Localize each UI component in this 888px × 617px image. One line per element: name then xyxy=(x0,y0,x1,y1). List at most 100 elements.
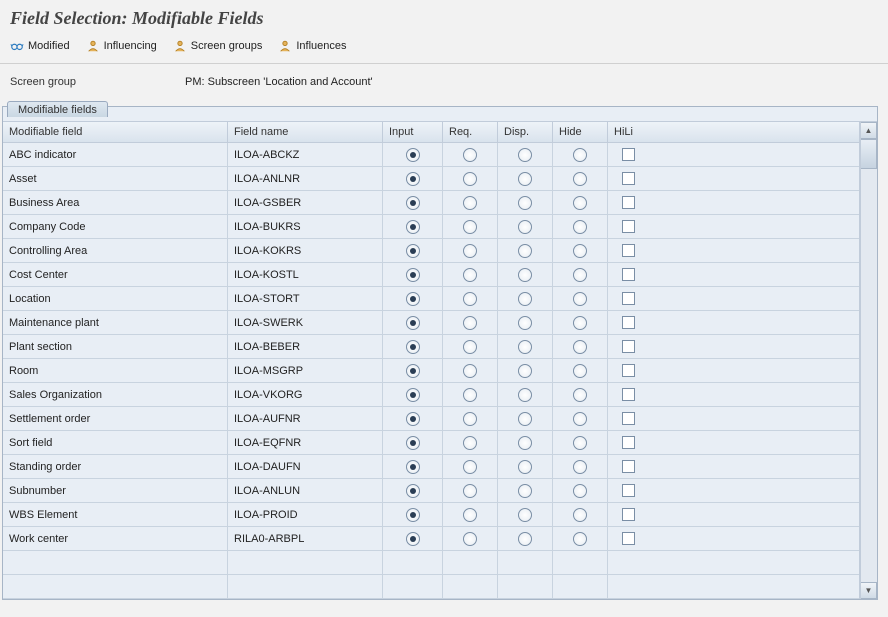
req-radio[interactable] xyxy=(463,412,477,426)
disp-radio[interactable] xyxy=(518,460,532,474)
req-radio[interactable] xyxy=(463,172,477,186)
col-modifiable-field[interactable]: Modifiable field xyxy=(3,122,228,142)
input-radio[interactable] xyxy=(406,532,420,546)
input-radio[interactable] xyxy=(406,484,420,498)
input-radio[interactable] xyxy=(406,436,420,450)
hili-checkbox[interactable] xyxy=(622,172,635,185)
input-radio[interactable] xyxy=(406,292,420,306)
hide-radio[interactable] xyxy=(573,292,587,306)
disp-radio[interactable] xyxy=(518,172,532,186)
hili-checkbox[interactable] xyxy=(622,268,635,281)
col-input[interactable]: Input xyxy=(383,122,443,142)
input-radio[interactable] xyxy=(406,196,420,210)
req-radio[interactable] xyxy=(463,196,477,210)
req-radio[interactable] xyxy=(463,292,477,306)
scroll-up-button[interactable]: ▲ xyxy=(861,122,877,139)
hide-radio[interactable] xyxy=(573,220,587,234)
screen-groups-button[interactable]: Screen groups xyxy=(173,39,263,53)
hili-checkbox[interactable] xyxy=(622,340,635,353)
modified-button[interactable]: Modified xyxy=(10,39,70,53)
req-radio[interactable] xyxy=(463,148,477,162)
disp-radio[interactable] xyxy=(518,292,532,306)
input-radio[interactable] xyxy=(406,412,420,426)
influences-button[interactable]: Influences xyxy=(278,39,346,53)
disp-radio[interactable] xyxy=(518,484,532,498)
hili-checkbox[interactable] xyxy=(622,484,635,497)
hide-radio[interactable] xyxy=(573,412,587,426)
hide-radio[interactable] xyxy=(573,268,587,282)
req-radio[interactable] xyxy=(463,268,477,282)
input-radio[interactable] xyxy=(406,172,420,186)
req-radio[interactable] xyxy=(463,340,477,354)
influencing-button[interactable]: Influencing xyxy=(86,39,157,53)
hide-radio[interactable] xyxy=(573,244,587,258)
input-radio[interactable] xyxy=(406,220,420,234)
disp-radio[interactable] xyxy=(518,196,532,210)
input-radio[interactable] xyxy=(406,316,420,330)
hide-radio[interactable] xyxy=(573,388,587,402)
col-field-name[interactable]: Field name xyxy=(228,122,383,142)
disp-radio[interactable] xyxy=(518,388,532,402)
input-radio[interactable] xyxy=(406,508,420,522)
disp-radio[interactable] xyxy=(518,364,532,378)
disp-radio[interactable] xyxy=(518,148,532,162)
req-radio[interactable] xyxy=(463,508,477,522)
req-radio[interactable] xyxy=(463,436,477,450)
vertical-scrollbar[interactable]: ▲ ▼ xyxy=(860,122,877,599)
hide-radio[interactable] xyxy=(573,196,587,210)
scroll-down-button[interactable]: ▼ xyxy=(861,582,877,599)
disp-radio[interactable] xyxy=(518,412,532,426)
col-disp[interactable]: Disp. xyxy=(498,122,553,142)
disp-radio[interactable] xyxy=(518,244,532,258)
req-radio[interactable] xyxy=(463,316,477,330)
disp-radio[interactable] xyxy=(518,508,532,522)
hide-radio[interactable] xyxy=(573,172,587,186)
scroll-thumb[interactable] xyxy=(861,139,877,169)
hili-checkbox[interactable] xyxy=(622,364,635,377)
hide-radio[interactable] xyxy=(573,532,587,546)
col-hili[interactable]: HiLi xyxy=(608,122,648,142)
col-hide[interactable]: Hide xyxy=(553,122,608,142)
req-radio[interactable] xyxy=(463,244,477,258)
hide-radio[interactable] xyxy=(573,460,587,474)
input-radio[interactable] xyxy=(406,244,420,258)
req-radio[interactable] xyxy=(463,388,477,402)
disp-radio[interactable] xyxy=(518,268,532,282)
hili-checkbox[interactable] xyxy=(622,436,635,449)
input-radio[interactable] xyxy=(406,388,420,402)
hili-checkbox[interactable] xyxy=(622,220,635,233)
col-req[interactable]: Req. xyxy=(443,122,498,142)
hili-checkbox[interactable] xyxy=(622,292,635,305)
input-radio[interactable] xyxy=(406,148,420,162)
hide-radio[interactable] xyxy=(573,340,587,354)
req-radio[interactable] xyxy=(463,532,477,546)
hili-checkbox[interactable] xyxy=(622,460,635,473)
hili-checkbox[interactable] xyxy=(622,148,635,161)
hide-radio[interactable] xyxy=(573,148,587,162)
hili-checkbox[interactable] xyxy=(622,508,635,521)
input-radio[interactable] xyxy=(406,364,420,378)
req-radio[interactable] xyxy=(463,460,477,474)
hide-radio[interactable] xyxy=(573,508,587,522)
hili-checkbox[interactable] xyxy=(622,196,635,209)
disp-radio[interactable] xyxy=(518,340,532,354)
req-radio[interactable] xyxy=(463,484,477,498)
req-radio[interactable] xyxy=(463,220,477,234)
disp-radio[interactable] xyxy=(518,220,532,234)
hide-radio[interactable] xyxy=(573,484,587,498)
disp-radio[interactable] xyxy=(518,316,532,330)
input-radio[interactable] xyxy=(406,460,420,474)
hili-checkbox[interactable] xyxy=(622,244,635,257)
hili-checkbox[interactable] xyxy=(622,316,635,329)
hide-radio[interactable] xyxy=(573,436,587,450)
disp-radio[interactable] xyxy=(518,436,532,450)
hili-checkbox[interactable] xyxy=(622,532,635,545)
hili-checkbox[interactable] xyxy=(622,388,635,401)
req-radio[interactable] xyxy=(463,364,477,378)
hili-checkbox[interactable] xyxy=(622,412,635,425)
hide-radio[interactable] xyxy=(573,316,587,330)
input-radio[interactable] xyxy=(406,340,420,354)
hide-radio[interactable] xyxy=(573,364,587,378)
disp-radio[interactable] xyxy=(518,532,532,546)
input-radio[interactable] xyxy=(406,268,420,282)
